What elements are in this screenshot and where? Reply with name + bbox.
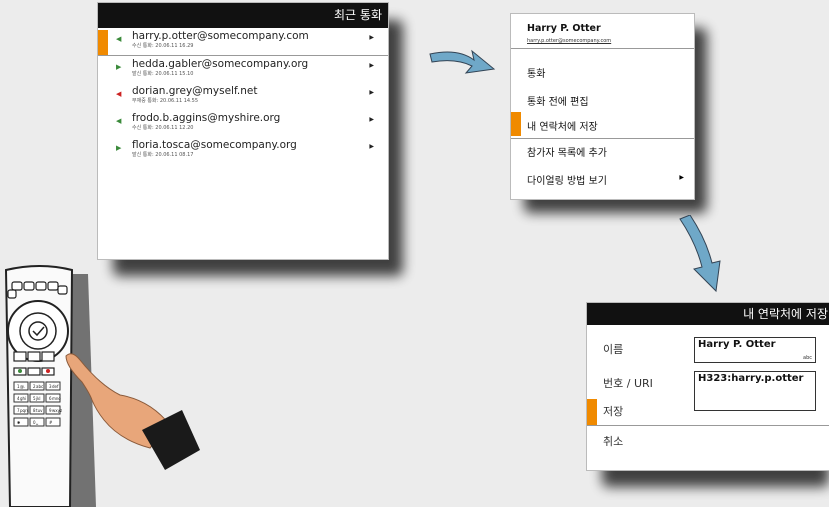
call-item[interactable]: ◀ dorian.grey@myself.net 부재중 통화: 20.06.1… bbox=[98, 85, 388, 110]
menu-item-call[interactable]: 통화 bbox=[527, 65, 545, 80]
key-sublabel: wxyz bbox=[52, 408, 62, 413]
key-sublabel: abc bbox=[36, 384, 43, 389]
submenu-arrow-icon: ▶ bbox=[369, 116, 374, 123]
context-menu: Harry P. Otter harry.p.otter@somecompany… bbox=[510, 13, 695, 200]
call-address: dorian.grey@myself.net bbox=[132, 85, 258, 97]
menu-item-dialing-methods[interactable]: 다이얼링 방법 보기 bbox=[527, 172, 607, 187]
menu-item-edit-before-call[interactable]: 통화 전에 편집 bbox=[527, 93, 589, 108]
call-detail: 발신 통화: 20.06.11 08.17 bbox=[132, 152, 194, 158]
key-sublabel: mno bbox=[52, 396, 61, 401]
submenu-arrow-icon: ▶ bbox=[679, 174, 684, 181]
received-call-icon: ◀ bbox=[116, 117, 122, 125]
key-sublabel: @. bbox=[20, 384, 25, 389]
placed-call-icon: ▶ bbox=[116, 63, 122, 71]
call-address: harry.p.otter@somecompany.com bbox=[132, 30, 309, 42]
save-contact-title: 내 연락처에 저장 bbox=[587, 303, 829, 325]
selection-marker bbox=[511, 112, 521, 136]
save-button[interactable]: 저장 bbox=[603, 403, 623, 419]
cancel-button[interactable]: 취소 bbox=[603, 433, 623, 449]
submenu-arrow-icon: ▶ bbox=[369, 62, 374, 69]
call-detail: 부재중 통화: 20.06.11 14.55 bbox=[132, 98, 199, 104]
uri-field[interactable]: H323:harry.p.otter bbox=[694, 371, 816, 411]
placed-call-icon: ▶ bbox=[116, 144, 122, 152]
save-contact-panel: 내 연락처에 저장 이름 Harry P. Otter abc 번호 / URI… bbox=[586, 302, 829, 471]
selection-marker bbox=[98, 30, 108, 55]
flow-arrow-icon bbox=[679, 215, 721, 293]
flow-arrow-icon bbox=[429, 49, 496, 74]
call-address: hedda.gabler@somecompany.org bbox=[132, 58, 309, 70]
key-sublabel: tuv bbox=[36, 408, 43, 413]
menu-item-save-to-contacts[interactable]: 내 연락처에 저장 bbox=[527, 118, 598, 133]
call-detail: 수신 통화: 20.06.11 16.29 bbox=[132, 43, 194, 49]
divider bbox=[511, 48, 694, 49]
received-call-icon: ◀ bbox=[116, 35, 122, 43]
contact-name: Harry P. Otter bbox=[527, 23, 601, 34]
submenu-arrow-icon: ▶ bbox=[369, 143, 374, 150]
input-mode-indicator: abc bbox=[803, 355, 812, 361]
divider bbox=[587, 425, 829, 426]
submenu-arrow-icon: ▶ bbox=[369, 34, 374, 41]
key-sublabel: pqrs bbox=[20, 408, 29, 413]
name-label: 이름 bbox=[603, 343, 624, 356]
recent-calls-panel: 최근 통화 ◀ harry.p.otter@somecompany.com 수신… bbox=[97, 2, 389, 260]
name-field-value: Harry P. Otter bbox=[698, 339, 776, 350]
key-sublabel: def bbox=[52, 384, 59, 389]
recent-calls-title: 최근 통화 bbox=[98, 3, 388, 28]
call-item[interactable]: ▶ floria.tosca@somecompany.org 발신 통화: 20… bbox=[98, 139, 388, 164]
divider bbox=[511, 138, 694, 139]
uri-label: 번호 / URI bbox=[603, 377, 653, 390]
call-detail: 수신 통화: 20.06.11 12.20 bbox=[132, 125, 194, 131]
menu-item-add-to-participants[interactable]: 참가자 목록에 추가 bbox=[527, 144, 607, 159]
call-address: floria.tosca@somecompany.org bbox=[132, 139, 297, 151]
contact-email: harry.p.otter@somecompany.com bbox=[527, 38, 612, 44]
selection-marker bbox=[587, 399, 597, 425]
uri-field-value: H323:harry.p.otter bbox=[698, 373, 804, 384]
call-item[interactable]: ◀ frodo.b.aggins@myshire.org 수신 통화: 20.0… bbox=[98, 112, 388, 137]
key-sublabel: jkl bbox=[35, 396, 41, 401]
remote-control: 1 @. 2 abc 3 def 4 ghi 5 jkl 6 mno 7 pqrs 8 tuv … bbox=[4, 265, 200, 507]
call-item[interactable]: ▶ hedda.gabler@somecompany.org 발신 통화: 20… bbox=[98, 58, 388, 83]
name-field[interactable]: Harry P. Otter abc bbox=[694, 337, 816, 363]
call-item[interactable]: ◀ harry.p.otter@somecompany.com 수신 통화: 2… bbox=[98, 30, 388, 56]
key-sublabel: ghi bbox=[20, 396, 26, 401]
missed-call-icon: ◀ bbox=[116, 90, 122, 98]
call-detail: 발신 통화: 20.06.11 15.10 bbox=[132, 71, 194, 77]
submenu-arrow-icon: ▶ bbox=[369, 89, 374, 96]
call-address: frodo.b.aggins@myshire.org bbox=[132, 112, 281, 124]
